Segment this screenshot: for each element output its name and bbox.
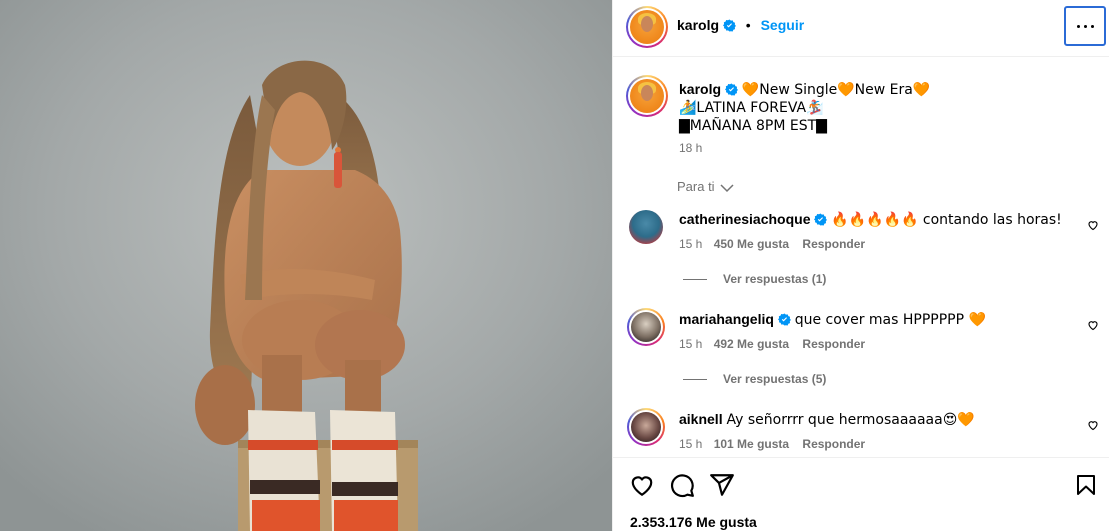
comment-avatar[interactable]	[629, 210, 663, 244]
post-image[interactable]	[0, 0, 612, 531]
chevron-down-icon	[720, 184, 734, 192]
reply-button[interactable]: Responder	[802, 337, 865, 351]
comment-avatar[interactable]	[627, 308, 665, 346]
post-likes-count[interactable]: 2.353.176 Me gusta	[630, 514, 757, 530]
view-replies-label: Ver respuestas (1)	[723, 272, 827, 286]
comment-username[interactable]: catherinesiachoque	[679, 211, 811, 227]
view-replies-label: Ver respuestas (5)	[723, 372, 827, 386]
comment: aiknell Ay señorrrr que hermosaaaaaa😍🧡	[679, 411, 1079, 429]
comment-meta: 15 h 101 Me gusta Responder	[679, 437, 865, 451]
heart-icon[interactable]	[629, 472, 655, 498]
comment-text: 🔥🔥🔥🔥🔥 contando las horas!	[831, 212, 1062, 228]
comment: mariahangeliq que cover mas HPPPPPP 🧡	[679, 311, 1079, 329]
comment-like-heart-icon[interactable]	[1087, 419, 1099, 431]
bookmark-icon[interactable]	[1074, 472, 1098, 498]
author-username[interactable]: karolg	[677, 17, 719, 33]
verified-badge-icon	[724, 83, 738, 96]
comment-likes[interactable]: 101 Me gusta	[714, 437, 789, 451]
for-you-dropdown[interactable]: Para ti	[677, 179, 734, 194]
comment-avatar[interactable]	[627, 408, 665, 446]
caption-line-2: 🏄LATINA FOREVA🏂	[679, 100, 824, 116]
reply-button[interactable]: Responder	[802, 437, 865, 451]
post-caption: karolg 🧡New Single🧡New Era🧡 🏄LATINA FORE…	[679, 80, 1079, 155]
more-options-button[interactable]	[1064, 6, 1106, 46]
for-you-label: Para ti	[677, 179, 715, 194]
comment-text: Ay señorrrr que hermosaaaaaa😍🧡	[726, 412, 975, 428]
replies-divider	[683, 279, 707, 281]
reply-button[interactable]: Responder	[802, 237, 865, 251]
comment: catherinesiachoque 🔥🔥🔥🔥🔥 contando las ho…	[679, 211, 1079, 229]
more-options-icon	[1076, 24, 1080, 28]
comment-meta: 15 h 450 Me gusta Responder	[679, 237, 865, 251]
replies-divider	[683, 379, 707, 381]
comment-time[interactable]: 15 h	[679, 237, 702, 251]
comment-like-heart-icon[interactable]	[1087, 219, 1099, 231]
caption-username[interactable]: karolg	[679, 81, 721, 97]
post-header: karolg • Seguir	[613, 0, 1109, 57]
header-separator: •	[745, 17, 751, 33]
verified-badge-icon	[722, 19, 736, 32]
verified-badge-icon	[777, 313, 791, 326]
verified-badge-icon	[814, 213, 828, 226]
view-replies-button[interactable]: Ver respuestas (5)	[683, 372, 826, 386]
post-photo-illustration	[0, 0, 612, 531]
comment-likes[interactable]: 450 Me gusta	[714, 237, 789, 251]
caption-author-avatar[interactable]	[626, 75, 668, 117]
comment-icon[interactable]	[669, 472, 695, 498]
author-avatar[interactable]	[626, 6, 668, 48]
share-icon[interactable]	[709, 472, 735, 498]
view-replies-button[interactable]: Ver respuestas (1)	[683, 272, 826, 286]
comment-like-heart-icon[interactable]	[1087, 319, 1099, 331]
comment-time[interactable]: 15 h	[679, 437, 702, 451]
comment-meta: 15 h 492 Me gusta Responder	[679, 337, 865, 351]
comment-username[interactable]: mariahangeliq	[679, 311, 774, 327]
caption-line-1: 🧡New Single🧡New Era🧡	[741, 82, 931, 98]
caption-line-3: ▇MAÑANA 8PM EST▇	[679, 118, 827, 134]
header-author-line: karolg • Seguir	[677, 17, 804, 33]
follow-button[interactable]: Seguir	[761, 17, 805, 33]
comment-username[interactable]: aiknell	[679, 411, 723, 427]
post-side-panel: karolg • Seguir karolg 🧡New Single🧡New E…	[612, 0, 1109, 531]
comment-likes[interactable]: 492 Me gusta	[714, 337, 789, 351]
comment-time[interactable]: 15 h	[679, 337, 702, 351]
caption-timestamp[interactable]: 18 h	[679, 141, 1079, 155]
comment-text: que cover mas HPPPPPP 🧡	[794, 312, 986, 328]
post-actions-bar: 2.353.176 Me gusta	[613, 457, 1109, 531]
